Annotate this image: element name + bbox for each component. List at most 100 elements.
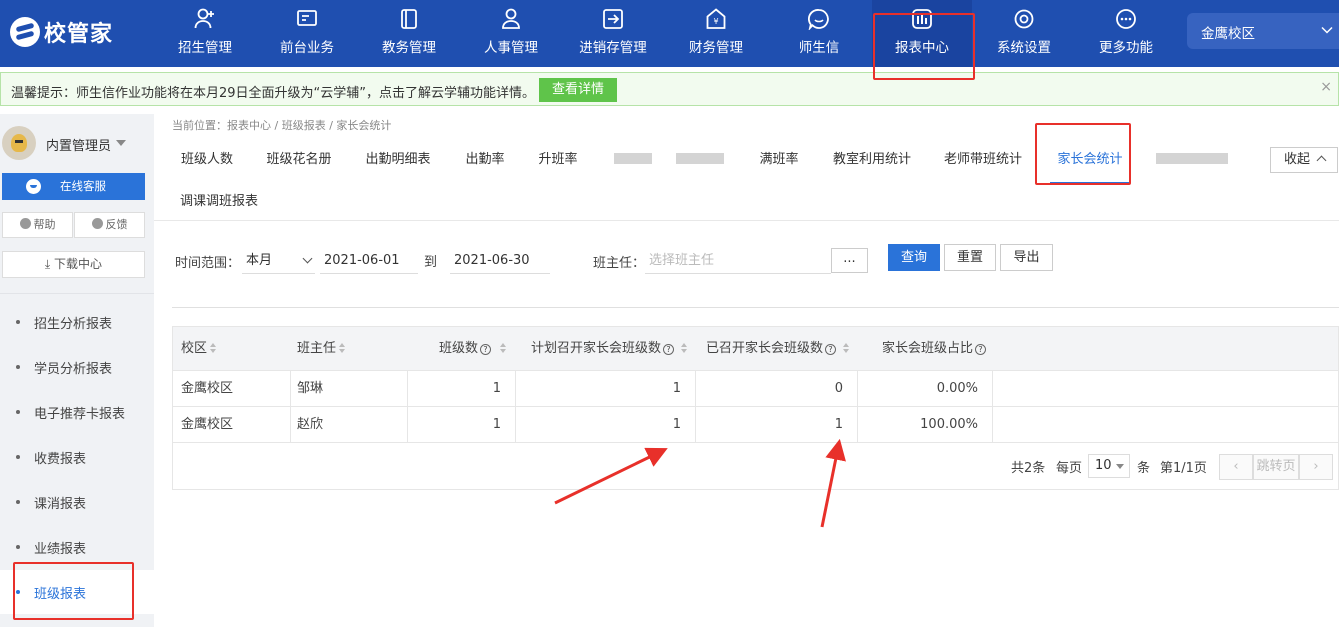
user-name[interactable]: 内置管理员 [46, 135, 111, 154]
campus-selector[interactable]: 金鹰校区 [1187, 13, 1339, 49]
help-icon[interactable]: ? [480, 344, 492, 355]
help-icon[interactable]: ? [663, 344, 675, 355]
more-icon [1116, 9, 1136, 29]
sort-icon[interactable] [842, 343, 850, 353]
sidebar-item-referral-card[interactable]: 电子推荐卡报表 [0, 390, 154, 434]
tab-class-size[interactable]: 班级人数 [180, 138, 234, 178]
sidebar-item-lesson-consumption[interactable]: 课消报表 [0, 480, 154, 524]
col-header-campus[interactable]: 校区 [181, 327, 217, 370]
online-service-button[interactable]: 在线客服 [2, 173, 145, 200]
nav-label: 财务管理 [689, 40, 743, 56]
prev-page-button[interactable]: ‹ [1219, 454, 1253, 480]
nav-item-academic[interactable]: 教务管理 [359, 0, 459, 67]
caret-down-icon[interactable] [116, 140, 126, 146]
nav-item-settings[interactable]: 系统设置 [974, 0, 1074, 67]
view-details-button[interactable]: 查看详情 [539, 78, 617, 102]
redacted-tab [676, 153, 724, 164]
sort-icon[interactable] [338, 343, 346, 353]
sort-icon[interactable] [209, 343, 217, 353]
nav-item-messaging[interactable]: 师生信 [769, 0, 869, 67]
nav-item-more[interactable]: 更多功能 [1076, 0, 1176, 67]
time-range-label: 时间范围： [175, 256, 241, 271]
period-select[interactable]: 本月 [242, 247, 315, 274]
cell-held-meetings: 1 [834, 417, 843, 432]
tab-class-transfer[interactable]: 调课调班报表 [180, 180, 258, 220]
help-label: 帮助 [33, 218, 56, 231]
column-divider [290, 407, 291, 442]
book-icon [401, 9, 417, 29]
table-header: 校区 班主任 班级数? 计划召开家长会班级数? 已召开家长会班级数? 家长会班级… [173, 327, 1338, 371]
sidebar-item-student-analysis[interactable]: 学员分析报表 [0, 345, 154, 389]
help-icon[interactable]: ? [975, 344, 987, 355]
nav-item-front-desk[interactable]: 前台业务 [257, 0, 357, 67]
nav-label: 教务管理 [382, 40, 436, 56]
start-date-input[interactable]: 2021-06-01 [320, 247, 418, 274]
export-button[interactable]: 导出 [1000, 244, 1053, 271]
nav-item-enrollment[interactable]: 招生管理 [155, 0, 255, 67]
tab-attendance-detail[interactable]: 出勤明细表 [365, 138, 431, 178]
tab-classroom-usage[interactable]: 教室利用统计 [833, 138, 911, 178]
period-value: 本月 [246, 253, 273, 268]
help-icon[interactable]: ? [825, 344, 837, 355]
sort-icon[interactable] [499, 343, 507, 353]
campus-name: 金鹰校区 [1201, 26, 1255, 42]
nav-item-hr[interactable]: 人事管理 [461, 0, 561, 67]
person-add-icon [194, 8, 214, 29]
cell-planned-meetings: 1 [672, 417, 681, 432]
nav-label: 更多功能 [1099, 40, 1153, 56]
tab-class-roster[interactable]: 班级花名册 [266, 138, 332, 178]
page-size-select[interactable]: 10 [1088, 454, 1130, 478]
sidebar-item-enrollment-analysis[interactable]: 招生分析报表 [0, 300, 154, 344]
col-header-held-meetings[interactable]: 已召开家长会班级数? [706, 327, 850, 370]
person-icon [502, 8, 520, 29]
end-date-input[interactable]: 2021-06-30 [450, 247, 550, 274]
download-label: 下载中心 [54, 257, 103, 271]
table-row[interactable]: 金鹰校区 赵欣 1 1 1 100.00% [173, 407, 1338, 443]
table-row[interactable]: 金鹰校区 邹琳 1 1 0 0.00% [173, 371, 1338, 407]
sidebar: 内置管理员 在线客服 帮助 反馈 ⤓ 下载中心 招生分析报表 学员分析报表 电子… [0, 114, 154, 627]
feedback-label: 反馈 [105, 218, 128, 231]
notice-text: 温馨提示：师生信作业功能将在本月29日全面升级为“云学辅”，点击了解云学辅功能详… [11, 86, 536, 101]
notice-bar: 温馨提示：师生信作业功能将在本月29日全面升级为“云学辅”，点击了解云学辅功能详… [0, 72, 1339, 106]
chevron-down-icon [302, 253, 313, 264]
total-count: 共2条 [1011, 461, 1046, 476]
caret-down-icon [1116, 464, 1124, 469]
jump-page-input[interactable]: 跳转页 [1253, 454, 1299, 480]
collapse-button[interactable]: 收起 [1270, 147, 1338, 173]
reset-button[interactable]: 重置 [944, 244, 996, 271]
sidebar-item-fees[interactable]: 收费报表 [0, 435, 154, 479]
avatar[interactable] [2, 126, 36, 160]
col-header-class-count[interactable]: 班级数? [439, 327, 507, 370]
column-divider [992, 371, 993, 406]
col-header-meeting-ratio[interactable]: 家长会班级占比? [882, 327, 987, 370]
page-info: 第1/1页 [1160, 461, 1207, 476]
select-teacher-button[interactable]: ... [831, 248, 868, 273]
tab-teacher-classes[interactable]: 老师带班统计 [944, 138, 1022, 178]
nav-label: 招生管理 [178, 40, 232, 56]
next-page-button[interactable]: › [1299, 454, 1333, 480]
logo-mark-icon [10, 17, 40, 47]
tab-attendance-rate[interactable]: 出勤率 [464, 138, 506, 178]
col-header-planned-meetings[interactable]: 计划召开家长会班级数? [531, 327, 688, 370]
sort-icon[interactable] [680, 343, 688, 353]
tab-promotion-rate[interactable]: 升班率 [537, 138, 579, 178]
nav-label: 前台业务 [280, 40, 334, 56]
download-center-button[interactable]: ⤓ 下载中心 [2, 251, 145, 278]
app-logo[interactable]: 校管家 [10, 14, 113, 50]
nav-item-finance[interactable]: ¥ 财务管理 [666, 0, 766, 67]
cell-planned-meetings: 1 [672, 381, 681, 396]
query-button[interactable]: 查询 [888, 244, 940, 271]
close-icon[interactable]: × [1320, 79, 1332, 95]
feedback-button[interactable]: 反馈 [74, 212, 145, 238]
top-nav-bar: 校管家 招生管理 前台业务 教务管理 人事管理 进销存管理 ¥ 财务管理 师生信… [0, 0, 1339, 67]
help-button[interactable]: 帮助 [2, 212, 73, 238]
redacted-tab [614, 153, 652, 164]
tab-full-class-rate[interactable]: 满班率 [758, 138, 800, 178]
head-teacher-input[interactable]: 选择班主任 [645, 247, 831, 274]
to-label: 到 [424, 255, 438, 270]
col-header-head-teacher[interactable]: 班主任 [297, 327, 346, 370]
cell-class-count: 1 [492, 417, 501, 432]
feedback-icon [91, 218, 103, 229]
redacted-tab [1156, 153, 1228, 164]
nav-item-inventory[interactable]: 进销存管理 [563, 0, 663, 67]
